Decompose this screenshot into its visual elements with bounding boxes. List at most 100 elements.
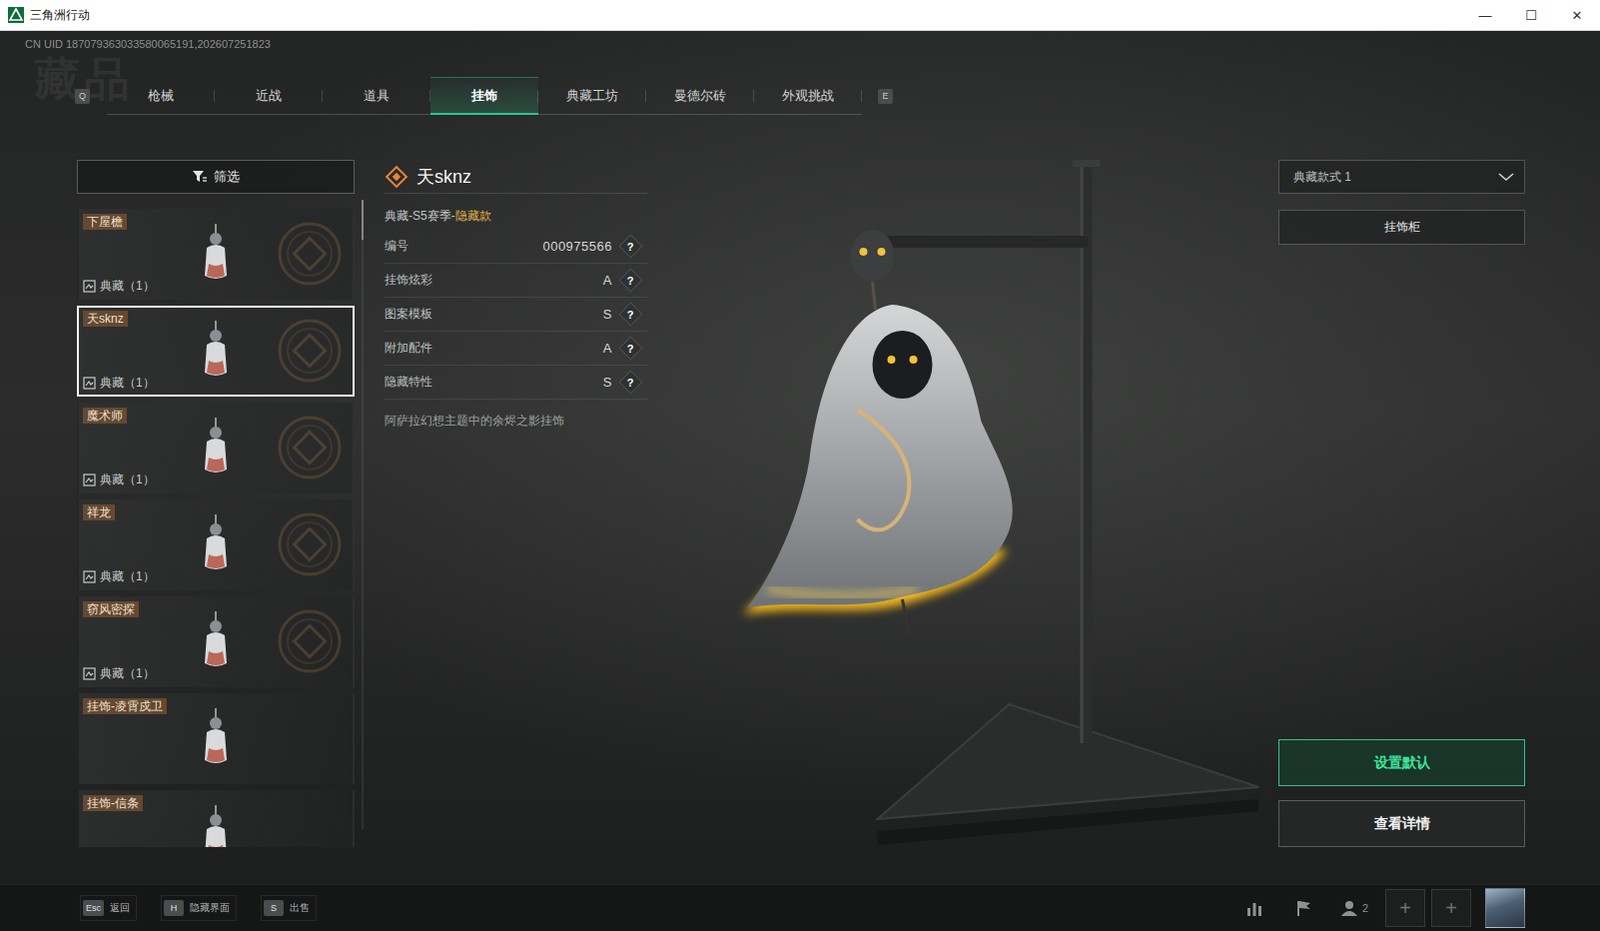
charm-emblem — [250, 310, 349, 391]
charm-thumbnail-icon — [198, 708, 233, 769]
collection-emblem-icon — [276, 317, 343, 384]
filter-icon — [191, 169, 208, 184]
category-tab[interactable]: 曼德尔砖 — [646, 76, 755, 115]
stats-button[interactable] — [1229, 889, 1280, 926]
charm-count-text: 典藏（1） — [99, 471, 155, 488]
hotkey-button[interactable]: Esc返回 — [79, 894, 137, 921]
window-control-button[interactable]: ☐ — [1508, 0, 1555, 30]
charm-list-item[interactable]: 窃风密探典藏（1） — [76, 596, 355, 688]
attribute-value-group: A? — [603, 339, 640, 357]
charm-list-item[interactable]: 挂饰-凌霄戍卫 — [76, 693, 355, 785]
attribute-value: A — [603, 340, 613, 356]
person-icon — [1340, 898, 1359, 917]
charm-thumbnail — [180, 795, 251, 847]
attribute-value-group: 000975566? — [542, 237, 640, 255]
team-slot-button[interactable]: + — [1385, 888, 1426, 927]
hotkey-button[interactable]: H隐藏界面 — [160, 894, 237, 921]
attribute-label: 图案模板 — [384, 305, 433, 323]
charm-model-render[interactable] — [647, 159, 1279, 847]
game-logo-icon — [7, 6, 24, 23]
chevron-down-icon — [1498, 171, 1515, 182]
team-slot-button[interactable]: + — [1431, 888, 1472, 927]
friends-button[interactable]: 2 — [1329, 889, 1380, 926]
charm-count: 典藏（1） — [82, 568, 251, 585]
charm-emblem — [250, 601, 349, 682]
charm-emblem — [250, 407, 349, 488]
charm-list-item[interactable]: 祥龙典藏（1） — [76, 499, 355, 591]
style-controls: 典藏款式 1 挂饰柜 — [1278, 159, 1526, 245]
social-bar: 2 ++ — [1229, 887, 1526, 928]
help-button[interactable]: ? — [618, 267, 643, 292]
charm-emblem — [250, 213, 349, 294]
window-title: 三角洲行动 — [29, 6, 1463, 24]
attribute-label: 隐藏特性 — [384, 373, 433, 391]
charm-count: 典藏（1） — [82, 374, 251, 391]
cabinet-button[interactable]: 挂饰柜 — [1278, 209, 1526, 245]
charm-thumbnail-icon — [198, 417, 233, 478]
list-scrollbar-thumb[interactable] — [361, 199, 364, 240]
collection-screen: 藏品CN UID 187079363033580065191,202607251… — [0, 30, 1600, 884]
help-button[interactable]: ? — [618, 233, 643, 258]
attribute-value: 000975566 — [542, 238, 613, 254]
charm-thumbnail-icon — [198, 514, 233, 575]
charm-name-tag: 下屋檐 — [82, 213, 127, 230]
help-button[interactable]: ? — [618, 301, 643, 326]
attribute-value: S — [603, 306, 613, 322]
charm-count-text: 典藏（1） — [99, 568, 155, 585]
charm-thumbnail-icon — [198, 804, 233, 847]
filter-button[interactable]: 筛选 — [76, 159, 355, 194]
friends-count: 2 — [1362, 901, 1369, 914]
hotkey-label: 隐藏界面 — [189, 900, 230, 915]
window-control-button[interactable]: — — [1462, 0, 1509, 30]
attribute-row: 隐藏特性 S? — [384, 365, 648, 400]
player-avatar[interactable] — [1485, 887, 1526, 928]
list-scrollbar[interactable] — [361, 199, 364, 829]
category-tabs: Q 枪械近战道具挂饰典藏工坊曼德尔砖外观挑战 E — [0, 76, 1600, 115]
action-buttons: 设置默认查看详情 — [1278, 739, 1526, 847]
help-button[interactable]: ? — [618, 369, 643, 394]
collection-icon — [82, 279, 96, 293]
window-control-button[interactable]: ✕ — [1554, 0, 1600, 30]
attribute-list: 编号000975566?挂饰炫彩A?图案模板S?附加配件A?隐藏特性S? — [384, 229, 648, 400]
charm-count-text: 典藏（1） — [99, 665, 155, 682]
category-tab[interactable]: 近战 — [214, 76, 323, 115]
style-select-value: 典藏款式 1 — [1293, 168, 1352, 186]
detail-description: 阿萨拉幻想主题中的余烬之影挂饰 — [384, 412, 648, 429]
charm-list-item[interactable]: 挂饰-信条 — [76, 790, 355, 847]
filter-label: 筛选 — [213, 167, 240, 186]
category-tab[interactable]: 外观挑战 — [754, 76, 862, 115]
charm-list-item[interactable]: 天sknz 典藏（1） — [76, 305, 355, 397]
charm-list-item[interactable]: 下屋檐典藏（1） — [76, 208, 355, 300]
category-tab[interactable]: 挂饰 — [430, 76, 539, 115]
category-tab[interactable]: 道具 — [322, 76, 431, 115]
hotkey-key: S — [263, 899, 284, 916]
action-button[interactable]: 查看详情 — [1278, 800, 1526, 847]
charm-name-tag: 天sknz — [82, 310, 128, 327]
next-tab-key[interactable]: E — [877, 88, 893, 104]
collection-icon — [82, 570, 96, 584]
hotkey-key: Esc — [82, 899, 104, 916]
hotkey-button[interactable]: S出售 — [260, 894, 317, 921]
charm-list-item[interactable]: 魔术师典藏（1） — [76, 402, 355, 494]
bottom-bar: Esc返回 H隐藏界面 S出售 2 ++ — [0, 883, 1600, 931]
flag-button[interactable] — [1279, 889, 1330, 926]
action-button[interactable]: 设置默认 — [1278, 739, 1526, 787]
charm-thumbnail — [180, 213, 251, 294]
prev-tab-key[interactable]: Q — [74, 88, 90, 104]
uid-line: CN UID 187079363033580065191,20260725182… — [0, 36, 1600, 51]
charm-list: 下屋檐典藏（1）天sknz典藏（1）魔术师典藏（1）祥龙典藏（1）窃风密探典藏（… — [76, 208, 355, 847]
help-button[interactable]: ? — [618, 335, 643, 360]
app-window: 三角洲行动—☐✕藏品CN UID 187079363033580065191,2… — [0, 0, 1600, 931]
bar-chart-icon — [1245, 898, 1264, 917]
rarity-diamond-icon — [384, 164, 409, 189]
category-tab[interactable]: 典藏工坊 — [538, 76, 647, 115]
attribute-label: 附加配件 — [384, 339, 433, 357]
right-controls: 典藏款式 1 挂饰柜设置默认查看详情 — [1278, 159, 1526, 847]
charm-name-tag: 挂饰-凌霄戍卫 — [82, 698, 167, 715]
style-select[interactable]: 典藏款式 1 — [1278, 159, 1526, 194]
collection-emblem-icon — [276, 414, 343, 481]
attribute-value: S — [603, 374, 613, 390]
category-tab[interactable]: 枪械 — [106, 76, 215, 115]
hotkey-list: Esc返回 H隐藏界面 S出售 — [79, 894, 317, 921]
charm-thumbnail — [180, 310, 251, 391]
